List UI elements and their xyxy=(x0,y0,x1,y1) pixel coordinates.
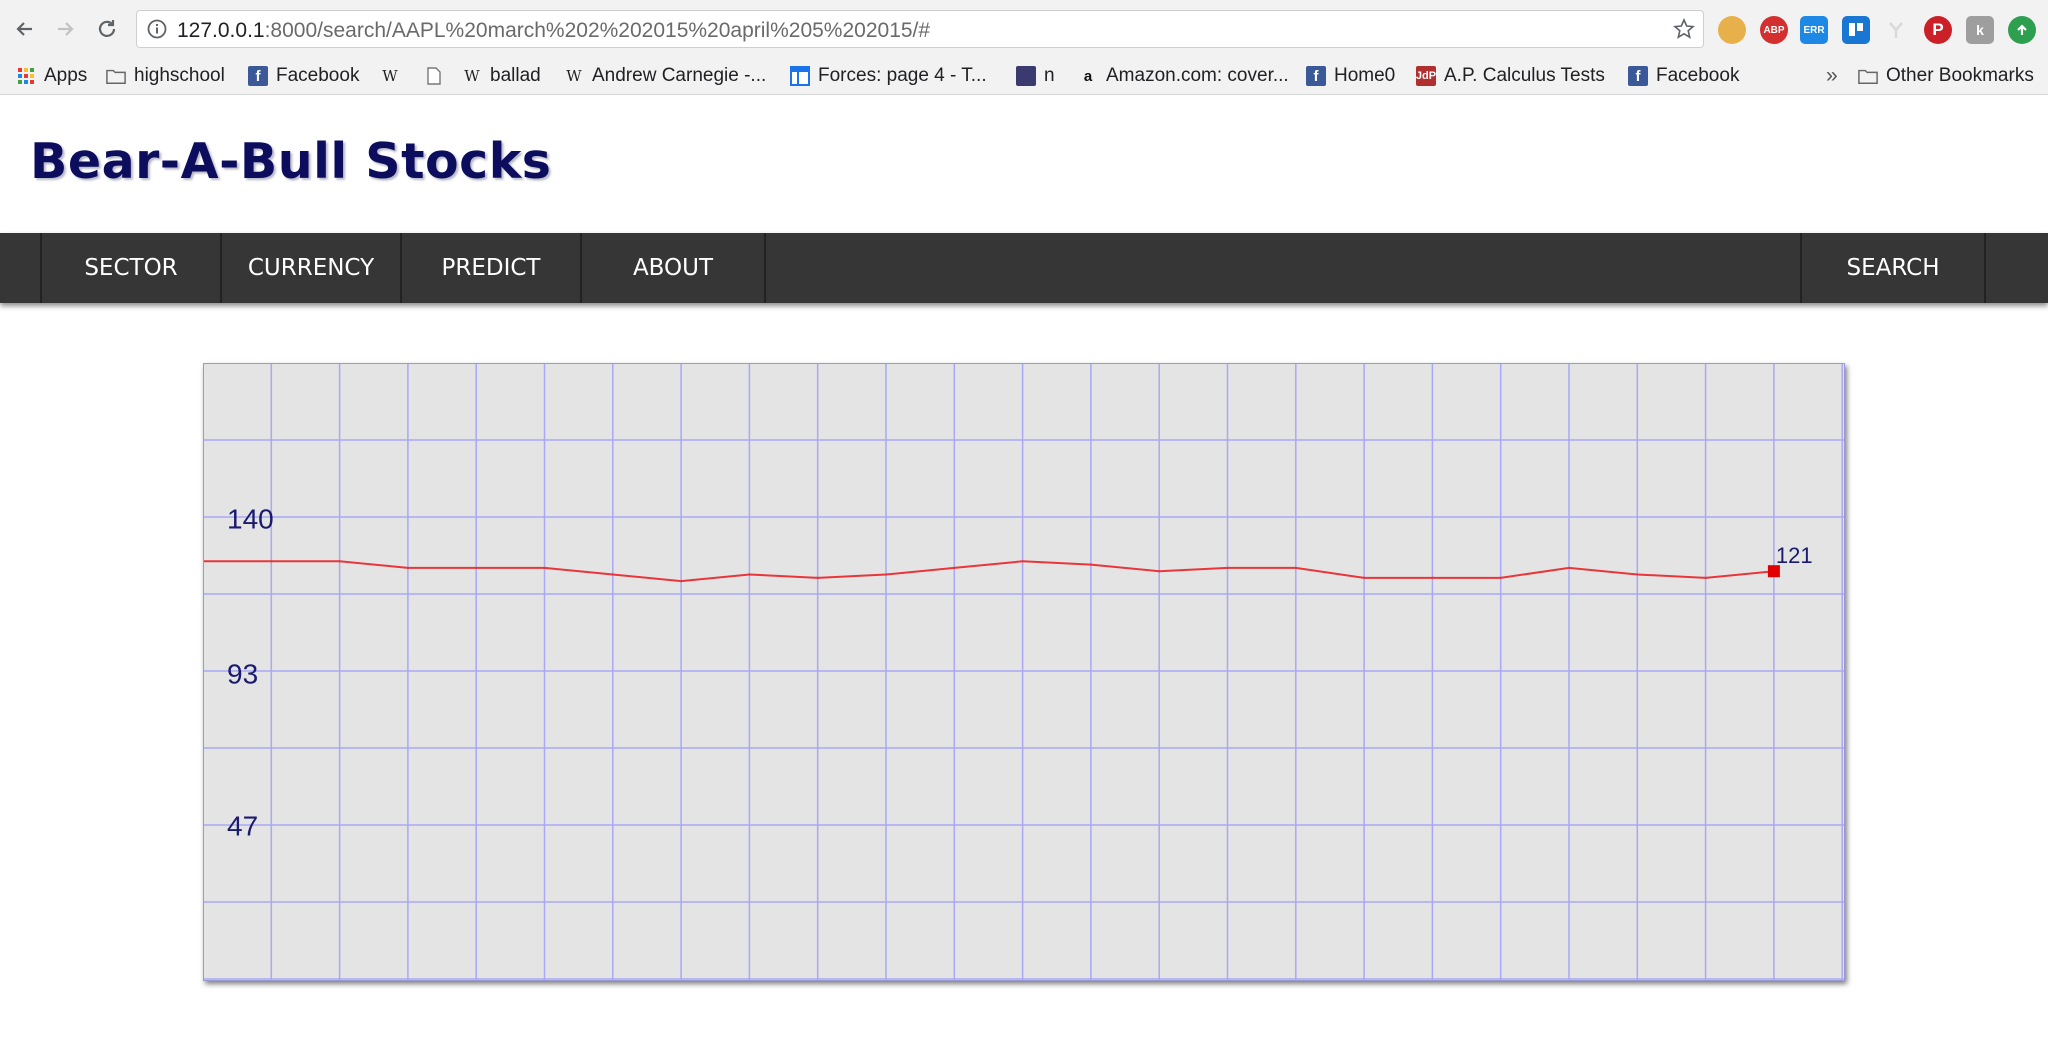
bookmark-page[interactable] xyxy=(424,58,452,94)
bookmark-label: Apps xyxy=(44,65,88,86)
other-bookmarks-folder[interactable]: Other Bookmarks xyxy=(1858,58,2034,94)
price-point xyxy=(611,573,614,576)
trello-icon[interactable] xyxy=(1842,16,1870,44)
y-tick-label: 93 xyxy=(227,659,258,690)
wikipedia-icon: W xyxy=(382,67,398,85)
bookmark-label: Facebook xyxy=(276,65,360,86)
bookmark-apps[interactable]: Apps xyxy=(16,58,87,94)
bookmark-wikipedia[interactable]: W xyxy=(380,58,408,94)
price-point xyxy=(1499,576,1502,580)
bookmark-label: Facebook xyxy=(1656,65,1740,86)
stock-chart: 140 93 47 121 xyxy=(203,363,1845,981)
chart-border xyxy=(203,363,1845,981)
facebook-icon: f xyxy=(1628,66,1648,86)
adblock-icon[interactable]: ABP xyxy=(1760,16,1788,44)
update-arrow-icon[interactable] xyxy=(2008,16,2036,44)
url-host: 127.0.0.1 xyxy=(177,19,265,42)
bookmark-ap-calculus[interactable]: JdP A.P. Calculus Tests xyxy=(1416,58,1605,94)
page-icon xyxy=(424,66,444,86)
forward-icon[interactable] xyxy=(48,12,82,46)
bookmark-label: A.P. Calculus Tests xyxy=(1444,65,1605,86)
price-point xyxy=(1226,566,1229,570)
nav-about[interactable]: ABOUT xyxy=(580,233,766,303)
pinterest-icon[interactable]: P xyxy=(1924,16,1952,44)
price-point xyxy=(1089,563,1093,566)
address-bar[interactable]: 127.0.0.1:8000/search/AAPL%20march%202%2… xyxy=(136,10,1704,48)
price-point xyxy=(816,576,819,580)
bookmarks-overflow-button[interactable]: » xyxy=(1826,58,1838,94)
nav-search[interactable]: SEARCH xyxy=(1800,233,1986,303)
bookmark-andrew-carnegie[interactable]: W Andrew Carnegie -... xyxy=(564,58,766,94)
price-point xyxy=(748,573,751,576)
price-point xyxy=(1158,570,1161,573)
bookmark-label: Forces: page 4 - T... xyxy=(818,65,987,86)
bookmark-label: Andrew Carnegie -... xyxy=(592,65,767,86)
amazon-icon: a xyxy=(1083,67,1093,85)
wikipedia-icon: W xyxy=(464,67,480,85)
browser-toolbar: 127.0.0.1:8000/search/AAPL%20march%202%2… xyxy=(0,0,2048,58)
main-nav: SECTOR CURRENCY PREDICT ABOUT SEARCH xyxy=(0,233,2048,303)
bookmarks-bar: Apps highschool f Facebook W W ballad W … xyxy=(0,58,2048,95)
bookmark-highschool[interactable]: highschool xyxy=(106,58,225,94)
url-path: :8000/search/AAPL%20march%202%202015%20a… xyxy=(264,19,931,42)
bookmark-facebook[interactable]: f Facebook xyxy=(248,58,359,94)
bookmark-n[interactable]: n xyxy=(1016,58,1055,94)
folder-icon xyxy=(106,66,126,86)
price-point xyxy=(884,573,888,576)
last-price-label: 121 xyxy=(1776,543,1813,568)
nav-predict[interactable]: PREDICT xyxy=(400,233,582,303)
info-icon[interactable] xyxy=(147,19,167,44)
bookmark-label: Amazon.com: cover... xyxy=(1106,65,1289,86)
price-point xyxy=(1021,560,1024,563)
price-point xyxy=(270,560,273,563)
facebook-icon: f xyxy=(1306,66,1326,86)
bookmark-label: Home0 xyxy=(1334,65,1396,86)
price-point xyxy=(679,579,683,583)
price-point xyxy=(406,566,410,570)
bookmark-ballad[interactable]: W ballad xyxy=(462,58,541,94)
site-icon: JdP xyxy=(1416,66,1436,86)
bookmark-home0[interactable]: f Home0 xyxy=(1306,58,1395,94)
price-point xyxy=(1431,576,1434,580)
nav-currency[interactable]: CURRENCY xyxy=(220,233,402,303)
window-icon xyxy=(790,66,810,86)
facebook-icon: f xyxy=(248,66,268,86)
price-point xyxy=(475,566,478,570)
price-point xyxy=(1294,566,1298,570)
other-bookmarks-label: Other Bookmarks xyxy=(1886,65,2034,86)
cookie-extension-icon[interactable] xyxy=(1718,16,1746,44)
bookmark-label: n xyxy=(1044,65,1055,86)
site-icon xyxy=(1016,66,1036,86)
price-point xyxy=(1636,573,1639,576)
nav-sector[interactable]: SECTOR xyxy=(40,233,222,303)
bookmark-facebook-2[interactable]: f Facebook xyxy=(1628,58,1739,94)
reload-icon[interactable] xyxy=(90,12,124,46)
bookmark-label: highschool xyxy=(134,65,225,86)
price-point xyxy=(1362,576,1366,580)
err-extension-icon[interactable]: ERR xyxy=(1800,16,1828,44)
site-title: Bear-A-Bull Stocks xyxy=(30,133,552,190)
price-series-line xyxy=(203,560,1774,583)
stock-chart-svg: 140 93 47 121 xyxy=(203,363,1845,981)
folder-icon xyxy=(1858,66,1878,86)
price-point xyxy=(543,566,546,570)
y-tick-label: 47 xyxy=(227,811,258,842)
price-point xyxy=(1567,566,1571,570)
price-point xyxy=(1704,576,1707,580)
bookmark-amazon[interactable]: a Amazon.com: cover... xyxy=(1078,58,1289,94)
feather-extension-icon[interactable] xyxy=(1882,16,1910,44)
wikipedia-icon: W xyxy=(566,67,582,85)
k-extension-icon[interactable]: k xyxy=(1966,16,1994,44)
y-tick-label: 140 xyxy=(227,503,274,534)
bookmark-star-icon[interactable] xyxy=(1673,18,1695,45)
url-text[interactable]: 127.0.0.1:8000/search/AAPL%20march%202%2… xyxy=(177,19,930,43)
price-point xyxy=(338,560,341,563)
price-point xyxy=(953,566,956,570)
back-icon[interactable] xyxy=(8,12,42,46)
bookmark-label: ballad xyxy=(490,65,541,86)
apps-grid-icon xyxy=(16,66,36,86)
bookmark-forces[interactable]: Forces: page 4 - T... xyxy=(790,58,987,94)
